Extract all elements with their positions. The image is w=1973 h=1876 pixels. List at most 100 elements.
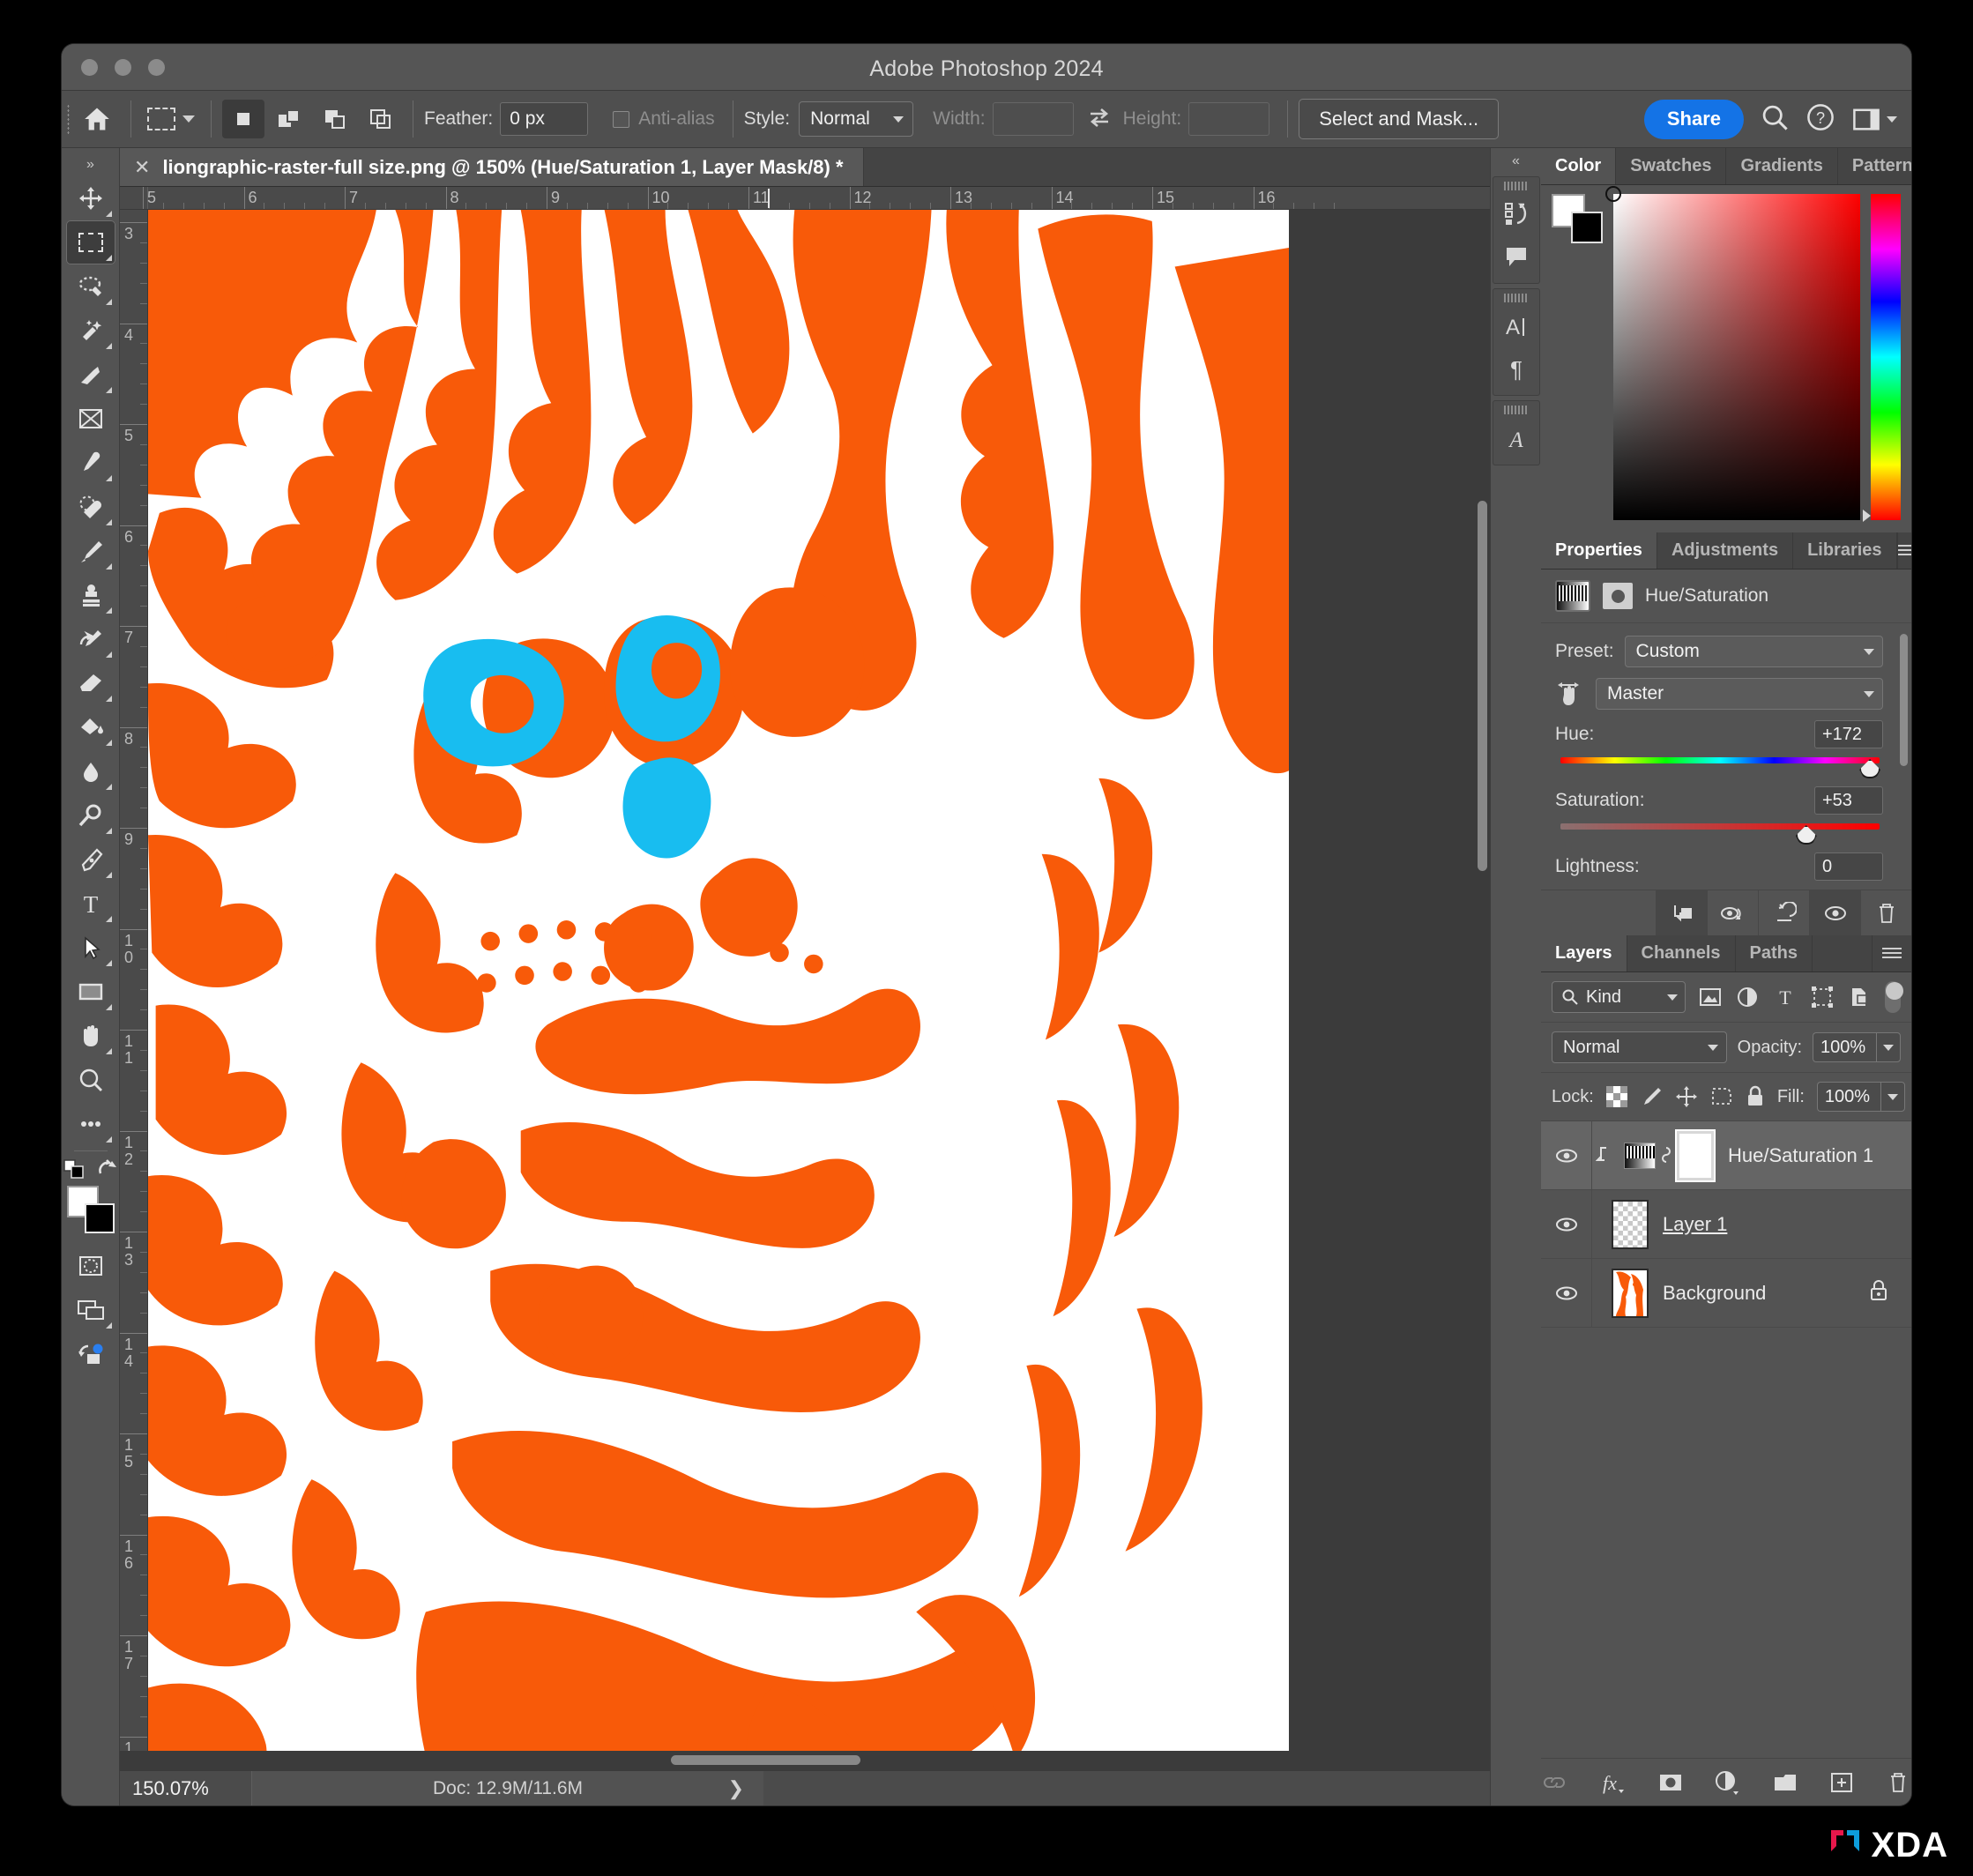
new-group-icon[interactable] — [1772, 1768, 1798, 1798]
clone-stamp-tool[interactable] — [66, 573, 115, 617]
help-icon[interactable]: ? — [1805, 102, 1835, 137]
paragraph-icon[interactable]: ¶ — [1495, 347, 1537, 390]
add-layer-mask-icon[interactable] — [1657, 1768, 1684, 1798]
panel-menu-icon[interactable] — [1897, 532, 1911, 569]
swap-colors-icon[interactable] — [97, 1159, 118, 1179]
tab-gradients[interactable]: Gradients — [1726, 148, 1838, 184]
channel-select[interactable]: Master — [1596, 678, 1883, 710]
filter-enable-toggle[interactable] — [1884, 981, 1904, 1013]
layer-thumbnail[interactable] — [1612, 1268, 1649, 1318]
panel-menu-icon[interactable] — [1872, 935, 1911, 972]
layer-style-fx-icon[interactable]: fx — [1597, 1768, 1627, 1798]
hue-input[interactable]: +172 — [1814, 720, 1883, 748]
lasso-tool[interactable] — [66, 264, 115, 309]
tab-libraries[interactable]: Libraries — [1793, 532, 1897, 569]
color-panel-swatches[interactable] — [1552, 194, 1603, 243]
delete-icon[interactable] — [1860, 890, 1911, 935]
tab-patterns[interactable]: Patterns — [1838, 148, 1911, 184]
toggle-visibility-icon[interactable] — [1809, 890, 1860, 935]
panel-group-grip[interactable] — [1503, 294, 1529, 302]
screen-mode-icon[interactable] — [66, 1288, 115, 1332]
spot-healing-brush-tool[interactable] — [66, 485, 115, 529]
adjustment-layer-thumbnail[interactable] — [1624, 1142, 1656, 1169]
type-tool[interactable]: T — [66, 882, 115, 926]
document-tab[interactable]: ✕ liongraphic-raster-full size.png @ 150… — [120, 148, 864, 186]
canvas-vertical-scrollbar[interactable] — [1478, 501, 1487, 871]
dodge-tool[interactable] — [66, 793, 115, 838]
crop-tool[interactable] — [66, 353, 115, 397]
panel-group-grip[interactable] — [1503, 182, 1529, 190]
history-brush-tool[interactable] — [66, 617, 115, 661]
new-layer-icon[interactable] — [1828, 1768, 1855, 1798]
workspace-switcher[interactable] — [1851, 104, 1897, 134]
foreground-background-colors[interactable] — [66, 1186, 115, 1233]
default-colors-icon[interactable] — [63, 1159, 85, 1179]
saturation-slider-thumb[interactable] — [1795, 825, 1817, 845]
object-selection-tool[interactable] — [66, 309, 115, 353]
targeted-adjustment-icon[interactable] — [1555, 679, 1585, 709]
view-previous-state-icon[interactable] — [1707, 890, 1758, 935]
properties-scrollbar[interactable] — [1900, 634, 1908, 766]
filter-kind-select[interactable]: Kind — [1552, 981, 1686, 1013]
link-layers-icon[interactable] — [1541, 1768, 1567, 1798]
search-icon[interactable] — [1760, 102, 1790, 137]
history-icon[interactable] — [1495, 193, 1537, 235]
cloud-sync-icon[interactable] — [66, 1332, 115, 1376]
zoom-level-input[interactable]: 150.07% — [120, 1770, 252, 1805]
table-row[interactable]: Layer 1 — [1541, 1190, 1911, 1259]
options-bar-grip[interactable] — [62, 91, 74, 147]
lock-all-icon[interactable] — [1746, 1083, 1765, 1110]
tab-adjustments[interactable]: Adjustments — [1657, 532, 1794, 569]
saturation-slider-track[interactable] — [1560, 823, 1880, 845]
blend-mode-select[interactable]: Normal — [1552, 1031, 1727, 1063]
panel-group-grip[interactable] — [1503, 406, 1529, 414]
lock-artboard-icon[interactable] — [1710, 1083, 1733, 1110]
canvas-horizontal-scrollbar[interactable] — [671, 1755, 860, 1765]
subtract-from-selection-icon[interactable] — [314, 100, 356, 138]
share-button[interactable]: Share — [1643, 99, 1744, 139]
preset-select[interactable]: Custom — [1624, 636, 1883, 667]
home-icon[interactable] — [74, 99, 120, 139]
layer-name[interactable]: Background — [1663, 1282, 1766, 1305]
lock-image-pixels-icon[interactable] — [1640, 1083, 1663, 1110]
chevron-down-icon[interactable] — [182, 115, 195, 123]
layer-mask-thumbnail[interactable] — [1675, 1128, 1716, 1182]
clip-to-layer-icon[interactable] — [1656, 890, 1707, 935]
tab-color[interactable]: Color — [1541, 148, 1617, 184]
edit-toolbar-tool[interactable] — [66, 1102, 115, 1146]
canvas-viewport[interactable] — [148, 210, 1490, 1751]
layer-name[interactable]: Layer 1 — [1663, 1213, 1727, 1236]
anti-alias-checkbox[interactable] — [613, 110, 630, 128]
eraser-tool[interactable] — [66, 661, 115, 705]
reset-icon[interactable] — [1758, 890, 1809, 935]
layer-visibility-toggle[interactable] — [1541, 1190, 1592, 1258]
background-color-swatch[interactable] — [1571, 212, 1603, 243]
rectangular-marquee-tool[interactable] — [65, 220, 115, 264]
close-icon[interactable]: ✕ — [134, 156, 150, 179]
tab-channels[interactable]: Channels — [1627, 935, 1736, 972]
opacity-stepper[interactable] — [1876, 1032, 1901, 1062]
layer-thumbnail[interactable] — [1612, 1199, 1649, 1249]
tab-paths[interactable]: Paths — [1736, 935, 1813, 972]
filter-type-icon[interactable]: T — [1773, 982, 1798, 1012]
hand-tool[interactable] — [66, 1014, 115, 1058]
layer-name[interactable]: Hue/Saturation 1 — [1728, 1144, 1873, 1167]
lock-position-icon[interactable] — [1675, 1083, 1698, 1110]
opacity-input[interactable]: 100% — [1813, 1032, 1876, 1062]
path-selection-tool[interactable] — [66, 926, 115, 970]
gradient-tool[interactable] — [66, 705, 115, 749]
new-selection-icon[interactable] — [222, 100, 264, 138]
brush-tool[interactable] — [66, 529, 115, 573]
horizontal-ruler[interactable]: 5 6 7 8 9 10 11 12 13 14 15 16 — [120, 187, 1490, 210]
artboard[interactable] — [148, 210, 1289, 1751]
comments-icon[interactable] — [1495, 235, 1537, 278]
tab-swatches[interactable]: Swatches — [1616, 148, 1727, 184]
feather-input[interactable]: 0 px — [500, 102, 589, 136]
color-picker-field[interactable] — [1605, 186, 1860, 520]
filter-shape-icon[interactable] — [1810, 982, 1835, 1012]
zoom-tool[interactable] — [66, 1058, 115, 1102]
select-and-mask-button[interactable]: Select and Mask... — [1299, 99, 1500, 139]
add-to-selection-icon[interactable] — [268, 100, 310, 138]
double-chevron-left-icon[interactable]: « — [1512, 153, 1520, 176]
style-select[interactable]: Normal — [799, 101, 914, 137]
